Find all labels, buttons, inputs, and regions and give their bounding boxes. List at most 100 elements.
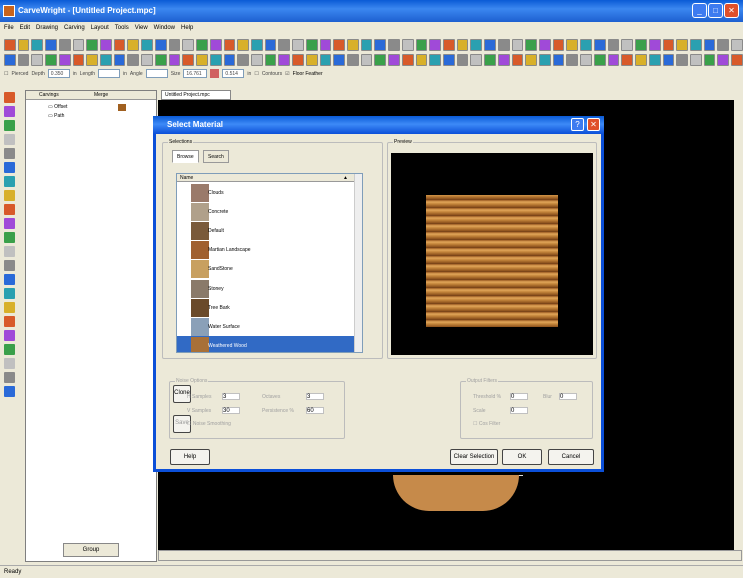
tool-icon[interactable] xyxy=(648,38,661,51)
menu-layout[interactable]: Layout xyxy=(91,25,109,31)
tool-icon[interactable] xyxy=(237,53,249,66)
tool-icon[interactable] xyxy=(319,38,332,51)
tool-icon[interactable] xyxy=(374,38,387,51)
merge-icon[interactable] xyxy=(118,104,126,111)
tool-icon[interactable] xyxy=(127,53,140,66)
tool-icon[interactable] xyxy=(731,38,743,51)
tool-icon[interactable] xyxy=(209,53,222,66)
tool-icon[interactable] xyxy=(703,38,716,51)
h-samples-field[interactable]: 3 xyxy=(222,393,240,400)
tool-icon[interactable] xyxy=(374,53,387,66)
tool-icon[interactable] xyxy=(346,38,359,51)
tool-icon[interactable] xyxy=(209,38,222,51)
help-question-button[interactable]: ? xyxy=(571,118,584,131)
tool-icon[interactable] xyxy=(250,53,263,66)
tool-icon[interactable] xyxy=(333,53,345,66)
tool-icon[interactable] xyxy=(593,53,606,66)
drawing-tool-icon[interactable] xyxy=(3,316,15,327)
material-item[interactable]: Clouds xyxy=(177,183,354,203)
octaves-field[interactable]: 3 xyxy=(306,393,324,400)
tool-icon[interactable] xyxy=(497,53,510,66)
tool-icon[interactable] xyxy=(333,38,345,51)
drawing-tool-icon[interactable] xyxy=(3,204,15,215)
tool-icon[interactable] xyxy=(635,38,647,51)
drawing-tool-icon[interactable] xyxy=(3,246,15,257)
tool-icon[interactable] xyxy=(511,53,524,66)
tool-icon[interactable] xyxy=(182,53,195,66)
material-item[interactable]: Default xyxy=(177,221,354,241)
tool-icon[interactable] xyxy=(113,38,126,51)
tool-icon[interactable] xyxy=(415,53,428,66)
tool-icon[interactable] xyxy=(17,38,30,51)
tool-icon[interactable] xyxy=(580,53,592,66)
material-item[interactable]: SandStone xyxy=(177,259,354,279)
tool-icon[interactable] xyxy=(305,53,318,66)
threshold-field[interactable]: 0 xyxy=(510,393,528,400)
tool-icon[interactable] xyxy=(415,38,428,51)
tool-icon[interactable] xyxy=(525,38,538,51)
cos-filter-checkbox[interactable]: ☐ Cos Filter xyxy=(473,421,500,427)
tool-icon[interactable] xyxy=(264,53,277,66)
tool-icon[interactable] xyxy=(429,38,441,51)
tool-icon[interactable] xyxy=(497,38,510,51)
tool-icon[interactable] xyxy=(484,53,496,66)
material-item[interactable]: Weathered Wood xyxy=(177,335,354,352)
group-button[interactable]: Group xyxy=(63,543,119,557)
blur-field[interactable]: 0 xyxy=(559,393,577,400)
drawing-tool-icon[interactable] xyxy=(3,302,15,313)
tool-icon[interactable] xyxy=(168,38,181,51)
menu-tools[interactable]: Tools xyxy=(115,25,129,31)
tool-icon[interactable] xyxy=(388,53,400,66)
tool-icon[interactable] xyxy=(346,53,359,66)
tool-icon[interactable] xyxy=(86,38,99,51)
tool-icon[interactable] xyxy=(484,38,496,51)
tool-icon[interactable] xyxy=(401,38,414,51)
tool-icon[interactable] xyxy=(470,53,483,66)
tool-icon[interactable] xyxy=(511,38,524,51)
help-button[interactable]: Help xyxy=(170,449,210,465)
ok-button[interactable]: OK xyxy=(502,449,542,465)
drawing-tool-icon[interactable] xyxy=(3,134,15,145)
scale-field[interactable]: 0 xyxy=(510,407,528,414)
tool-icon[interactable] xyxy=(539,53,551,66)
tool-icon[interactable] xyxy=(113,53,126,66)
tool-icon[interactable] xyxy=(31,38,44,51)
maximize-button[interactable]: □ xyxy=(708,3,723,18)
angle-field[interactable] xyxy=(145,69,168,78)
tool-icon[interactable] xyxy=(31,53,44,66)
tool-icon[interactable] xyxy=(237,38,249,51)
tool-icon[interactable] xyxy=(676,38,688,51)
tool-icon[interactable] xyxy=(319,53,332,66)
contours-checkbox[interactable]: ☐ xyxy=(254,71,258,77)
tool-icon[interactable] xyxy=(703,53,716,66)
menu-window[interactable]: Window xyxy=(154,25,175,31)
tool-icon[interactable] xyxy=(278,53,291,66)
menu-carving[interactable]: Carving xyxy=(64,25,85,31)
horizontal-scrollbar[interactable] xyxy=(158,550,742,561)
tool-icon[interactable] xyxy=(141,53,153,66)
tool-icon[interactable] xyxy=(566,38,579,51)
drawing-tool-icon[interactable] xyxy=(3,232,15,243)
tool-icon[interactable] xyxy=(196,53,208,66)
tool-icon[interactable] xyxy=(292,38,304,51)
tool-icon[interactable] xyxy=(662,38,675,51)
pierced-checkbox[interactable]: ☐ xyxy=(4,71,8,77)
drawing-tool-icon[interactable] xyxy=(3,190,15,201)
lock-ratio-icon[interactable] xyxy=(210,69,220,78)
tool-icon[interactable] xyxy=(648,53,661,66)
drawing-tool-icon[interactable] xyxy=(3,260,15,271)
persistence-field[interactable]: 60 xyxy=(306,407,324,414)
tab-search[interactable]: Search xyxy=(203,150,229,163)
clear-selection-button[interactable]: Clear Selection xyxy=(450,449,498,465)
tool-icon[interactable] xyxy=(689,53,702,66)
drawing-tool-icon[interactable] xyxy=(3,386,15,397)
tool-icon[interactable] xyxy=(717,38,730,51)
tool-icon[interactable] xyxy=(17,53,30,66)
close-button[interactable]: ✕ xyxy=(724,3,739,18)
tool-icon[interactable] xyxy=(4,53,16,66)
menu-file[interactable]: File xyxy=(4,25,14,31)
tree-item-offset[interactable]: ▭ Offset xyxy=(48,104,67,110)
drawing-tool-icon[interactable] xyxy=(3,92,15,103)
tool-icon[interactable] xyxy=(676,53,688,66)
tool-icon[interactable] xyxy=(552,38,565,51)
